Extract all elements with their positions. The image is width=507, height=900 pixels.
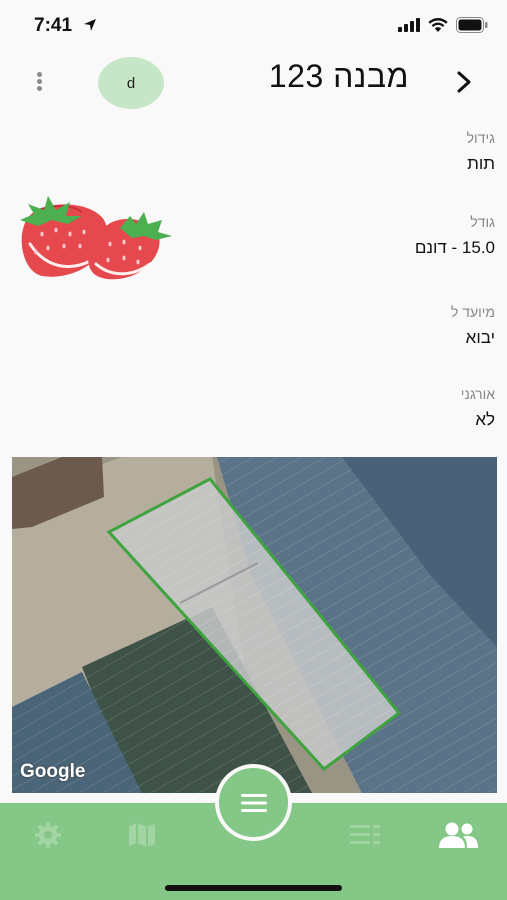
avatar-initial: d	[126, 74, 136, 92]
field-destination: מיועד ל יבוא	[195, 304, 495, 348]
gear-icon	[35, 822, 61, 848]
field-crop: גידול תות	[195, 130, 495, 174]
field-value: יבוא	[465, 328, 495, 347]
tab-list[interactable]	[348, 818, 382, 852]
field-size: גודל 15.0 - דונם	[195, 214, 495, 258]
map-icon	[129, 823, 155, 847]
field-value: לא	[475, 410, 495, 429]
wifi-icon	[428, 18, 448, 32]
back-button[interactable]	[449, 67, 479, 97]
status-time: 7:41	[34, 15, 73, 36]
field-label: אורגני	[460, 386, 495, 402]
more-options-icon[interactable]	[30, 70, 48, 94]
google-logo: Google	[20, 761, 86, 782]
home-indicator	[165, 885, 342, 891]
header: d מבנה 123	[0, 52, 507, 112]
map-imagery	[12, 457, 497, 793]
tab-map[interactable]	[125, 818, 159, 852]
battery-icon	[456, 17, 488, 33]
tab-users[interactable]	[436, 818, 480, 852]
chevron-right-icon	[457, 71, 471, 93]
cellular-signal-icon	[398, 18, 420, 32]
menu-fab-button[interactable]	[215, 764, 292, 841]
field-value: 15.0 - דונם	[414, 238, 495, 257]
field-label: מיועד ל	[450, 304, 495, 320]
satellite-map[interactable]: Google	[12, 457, 497, 793]
page-title: מבנה 123	[268, 58, 409, 94]
avatar[interactable]: d	[98, 57, 164, 109]
status-bar: 7:41	[0, 0, 507, 52]
strawberry-icon	[20, 196, 172, 280]
tab-settings[interactable]	[31, 818, 65, 852]
hamburger-icon	[240, 793, 267, 812]
field-organic: אורגני לא	[195, 386, 495, 430]
location-arrow-icon	[84, 19, 96, 31]
field-label: גודל	[470, 214, 495, 230]
field-label: גידול	[466, 130, 495, 146]
field-value: תות	[467, 154, 495, 173]
list-icon	[350, 825, 380, 844]
users-icon	[439, 822, 478, 848]
